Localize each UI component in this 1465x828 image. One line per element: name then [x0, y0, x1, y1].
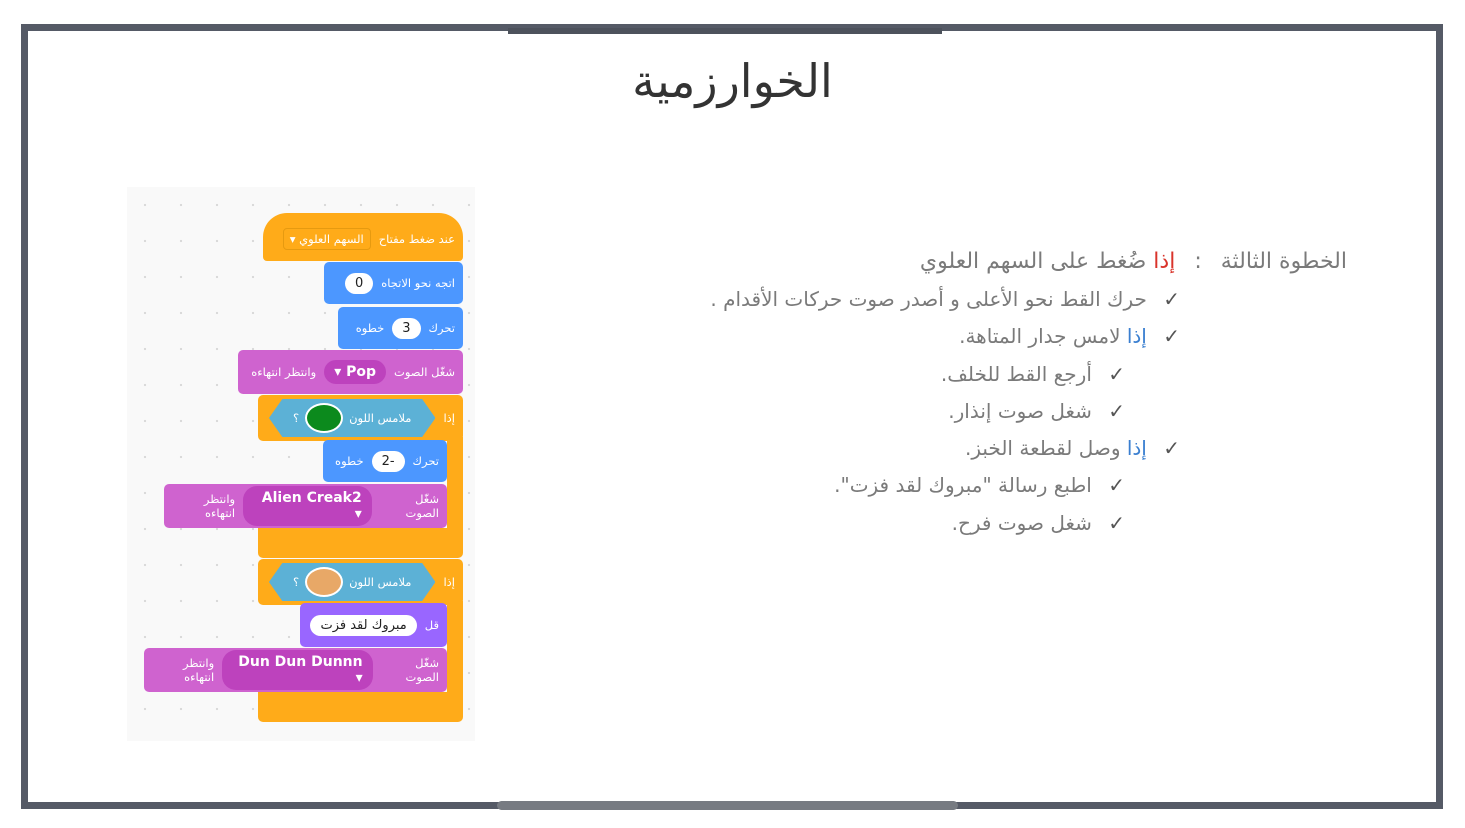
sound-dropdown-2[interactable]: Alien Creak2 ▾: [243, 486, 372, 526]
if-keyword: إذا: [1126, 436, 1147, 460]
move-label: تحرك: [428, 321, 455, 335]
color-swatch-green[interactable]: [305, 403, 344, 433]
question-mark: ؟: [292, 411, 300, 425]
step-condition: ضُغط على السهم العلوي: [919, 249, 1147, 274]
wait-label-3: وانتظر انتهاءه: [182, 656, 215, 684]
say-text-input[interactable]: مبروك لقد فزت: [310, 614, 417, 636]
algo-line-text: اطبع رسالة "مبروك لقد فزت".: [834, 473, 1092, 497]
steps-input[interactable]: 3: [392, 317, 421, 339]
step-heading: الخطوة الثالثة : إذا ضُغط على السهم العل…: [920, 249, 1347, 274]
if-block-1-top[interactable]: إذا ملامس اللون ؟: [258, 395, 463, 441]
point-label: اتجه نحو الاتجاه: [381, 276, 455, 290]
move-label-2: تحرك: [412, 454, 439, 468]
check-icon: ✓: [1108, 362, 1125, 386]
if-block-1-bottom: [258, 528, 463, 558]
hat-block[interactable]: عند ضغط مفتاح السهم العلوي ▾: [263, 213, 463, 261]
scroll-bar[interactable]: [497, 801, 958, 810]
step-colon: :: [1194, 249, 1202, 274]
algo-line-7: ✓ شغل صوت فرح.: [952, 511, 1125, 535]
algo-line-text: شغل صوت فرح.: [951, 511, 1092, 535]
direction-input[interactable]: 0: [344, 272, 374, 294]
if-block-2-arm: [447, 601, 463, 701]
if-block-2-top[interactable]: إذا ملامس اللون ؟: [258, 559, 463, 605]
algo-line-6: ✓ اطبع رسالة "مبروك لقد فزت".: [834, 473, 1125, 497]
check-icon: ✓: [1108, 473, 1125, 497]
question-mark-2: ؟: [292, 575, 300, 589]
algo-line-text: لامس جدار المتاهة.: [959, 324, 1121, 348]
algo-line-text: حرك القط نحو الأعلى و أصدر صوت حركات الأ…: [710, 287, 1147, 311]
algo-line-text: أرجع القط للخلف.: [940, 362, 1092, 386]
sound-value: Pop: [346, 364, 376, 380]
move-block-1[interactable]: تحرك 3 خطوه: [338, 307, 463, 349]
if-block-2-bottom: [258, 692, 463, 722]
steps-unit-2: خطوه: [335, 454, 364, 468]
if-block-1-arm: [447, 437, 463, 537]
if-label: إذا: [443, 411, 455, 425]
steps-input-2[interactable]: -2: [371, 450, 405, 472]
sound-dropdown[interactable]: Pop ▾: [324, 360, 386, 384]
check-icon: ✓: [1108, 399, 1125, 423]
key-value: السهم العلوي: [299, 232, 364, 246]
algo-line-text: وصل لقطعة الخبز.: [965, 436, 1121, 460]
sense-label-2: ملامس اللون: [349, 575, 412, 589]
algo-line-1: ✓ حرك القط نحو الأعلى و أصدر صوت حركات ا…: [710, 287, 1180, 311]
check-icon: ✓: [1108, 511, 1125, 535]
step-label: الخطوة الثالثة: [1220, 249, 1347, 274]
algo-line-5: ✓ إذا وصل لقطعة الخبز.: [965, 436, 1180, 460]
say-label: قل: [424, 618, 439, 632]
wait-label: وانتظر انتهاءه: [251, 365, 317, 379]
sound-dropdown-3[interactable]: Dun Dun Dunnn ▾: [222, 650, 373, 690]
sound-value-3: Dun Dun Dunnn: [238, 654, 363, 670]
if-label-2: إذا: [443, 575, 455, 589]
play-sound-block-3[interactable]: شغّل الصوت Dun Dun Dunnn ▾ وانتظر انتهاء…: [144, 648, 447, 692]
sound-label-3: شغّل الصوت: [405, 656, 439, 684]
check-icon: ✓: [1163, 436, 1180, 460]
code-panel: عند ضغط مفتاح السهم العلوي ▾ اتجه نحو ال…: [127, 187, 475, 741]
move-block-2[interactable]: تحرك -2 خطوه: [323, 440, 447, 482]
key-dropdown[interactable]: السهم العلوي ▾: [282, 228, 371, 250]
touching-color-sensor-2[interactable]: ملامس اللون ؟: [268, 563, 436, 601]
check-icon: ✓: [1163, 287, 1180, 311]
if-keyword: إذا: [1126, 324, 1147, 348]
hat-label: عند ضغط مفتاح: [378, 232, 455, 246]
point-direction-block[interactable]: اتجه نحو الاتجاه 0: [324, 262, 463, 304]
steps-unit: خطوه: [355, 321, 385, 335]
sense-label: ملامس اللون: [349, 411, 412, 425]
touching-color-sensor[interactable]: ملامس اللون ؟: [268, 399, 436, 437]
sound-value-2: Alien Creak2: [261, 490, 362, 506]
play-sound-block-1[interactable]: شغّل الصوت Pop ▾ وانتظر انتهاءه: [238, 350, 463, 394]
top-bar: [508, 28, 942, 34]
say-block[interactable]: قل مبروك لقد فزت: [300, 603, 447, 647]
wait-label-2: وانتظر انتهاءه: [203, 492, 236, 520]
algo-line-4: ✓ شغل صوت إنذار.: [948, 399, 1125, 423]
sound-label-2: شغّل الصوت: [405, 492, 439, 520]
sound-label: شغّل الصوت: [394, 365, 455, 379]
slide-title: الخوارزمية: [632, 54, 833, 108]
algo-line-2: ✓ إذا لامس جدار المتاهة.: [959, 324, 1180, 348]
play-sound-block-2[interactable]: شغّل الصوت Alien Creak2 ▾ وانتظر انتهاءه: [164, 484, 447, 528]
color-swatch-tan[interactable]: [305, 567, 344, 597]
check-icon: ✓: [1163, 324, 1180, 348]
algo-line-3: ✓ أرجع القط للخلف.: [941, 362, 1125, 386]
if-keyword: إذا: [1153, 249, 1176, 274]
algo-line-text: شغل صوت إنذار.: [948, 399, 1092, 423]
